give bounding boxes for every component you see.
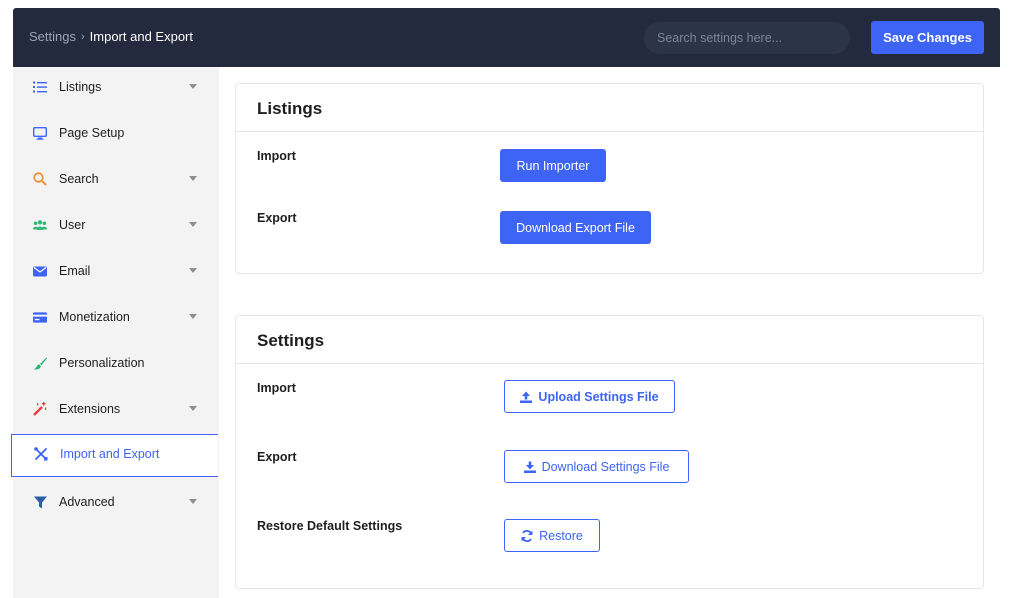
save-changes-button[interactable]: Save Changes	[871, 21, 984, 54]
chevron-down-icon	[189, 222, 197, 227]
sidebar-item-personalization[interactable]: Personalization	[13, 343, 219, 383]
sidebar-item-advanced[interactable]: Advanced	[13, 482, 219, 522]
listings-panel: Listings Import Run Importer Export Down…	[235, 83, 984, 274]
sidebar-item-import-and-export[interactable]: Import and Export	[11, 434, 218, 477]
panel-title: Settings	[257, 331, 325, 350]
panel-divider	[236, 363, 983, 364]
search-input[interactable]	[644, 22, 850, 54]
button-label: Upload Settings File	[538, 389, 659, 404]
users-icon	[33, 218, 47, 232]
settings-panel: Settings Import Upload Settings File Exp…	[235, 315, 984, 589]
sidebar-item-label: Personalization	[59, 356, 145, 370]
sidebar-item-label: Import and Export	[60, 447, 160, 461]
panel-title: Listings	[257, 99, 323, 118]
import-label: Import	[257, 149, 296, 163]
sidebar-item-page-setup[interactable]: Page Setup	[13, 113, 219, 153]
chevron-down-icon	[189, 84, 197, 89]
restore-button[interactable]: Restore	[504, 519, 600, 552]
search-icon	[33, 172, 47, 186]
sidebar-item-user[interactable]: User	[13, 205, 219, 245]
credit-card-icon	[33, 310, 47, 324]
restore-label: Restore Default Settings	[257, 519, 403, 533]
sidebar-item-extensions[interactable]: Extensions	[13, 389, 219, 429]
envelope-icon	[33, 264, 47, 278]
tools-icon	[34, 447, 48, 461]
sidebar-item-label: Search	[59, 172, 99, 186]
export-label: Export	[257, 211, 297, 225]
upload-icon	[520, 391, 533, 403]
sidebar-item-label: Page Setup	[59, 126, 125, 140]
chevron-down-icon	[189, 268, 197, 273]
list-icon	[33, 80, 47, 94]
sidebar-item-email[interactable]: Email	[13, 251, 219, 291]
import-label: Import	[257, 381, 296, 395]
paintbrush-icon	[33, 356, 47, 370]
download-settings-file-button[interactable]: Download Settings File	[504, 450, 689, 483]
upload-settings-file-button[interactable]: Upload Settings File	[504, 380, 675, 413]
chevron-down-icon	[189, 406, 197, 411]
magic-wand-icon	[33, 402, 47, 416]
button-label: Restore	[539, 528, 583, 543]
top-header-bar: Settings › Import and Export Save Change…	[13, 8, 1000, 67]
sidebar-item-label: Extensions	[59, 402, 121, 416]
sidebar-item-search[interactable]: Search	[13, 159, 219, 199]
sync-icon	[521, 529, 533, 542]
run-importer-button[interactable]: Run Importer	[500, 149, 606, 182]
chevron-down-icon	[189, 176, 197, 181]
sidebar-item-listings[interactable]: Listings	[13, 67, 219, 107]
breadcrumb-separator-icon: ›	[80, 30, 85, 43]
panel-divider	[236, 131, 983, 132]
sidebar-item-monetization[interactable]: Monetization	[13, 297, 219, 337]
sidebar-item-label: Monetization	[59, 310, 130, 324]
export-label: Export	[257, 450, 297, 464]
breadcrumb: Settings › Import and Export	[29, 29, 193, 44]
chevron-down-icon	[189, 314, 197, 319]
button-label: Download Settings File	[541, 459, 670, 474]
download-export-file-button[interactable]: Download Export File	[500, 211, 651, 244]
monitor-icon	[33, 126, 47, 140]
chevron-down-icon	[189, 499, 197, 504]
sidebar: Listings Page Setup Search User Email Mo	[11, 67, 219, 598]
sidebar-item-label: Advanced	[59, 495, 115, 509]
breadcrumb-root-link[interactable]: Settings	[29, 29, 76, 44]
sidebar-item-label: User	[59, 218, 86, 232]
sidebar-item-label: Email	[59, 264, 91, 278]
sidebar-item-label: Listings	[59, 80, 102, 94]
download-icon	[523, 461, 536, 473]
filter-icon	[33, 495, 47, 509]
breadcrumb-current: Import and Export	[89, 29, 193, 44]
